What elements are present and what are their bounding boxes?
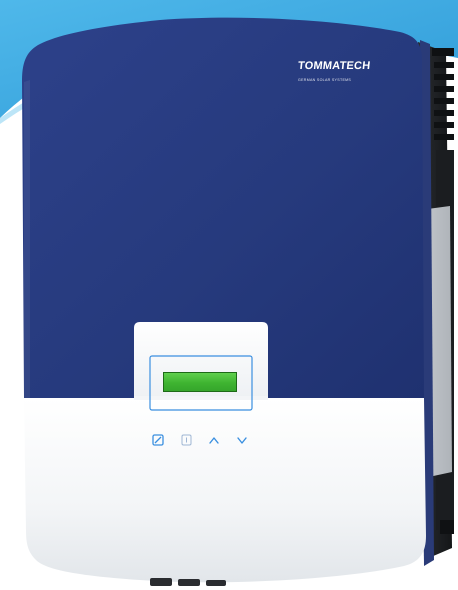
up-arrow-icon[interactable] [206,432,222,448]
brand-tagline: GERMAN SOLAR SYSTEMS [298,78,352,82]
control-keypad [146,432,256,448]
brand-logo: TOMMATECH GERMAN SOLAR SYSTEMS [297,60,371,90]
power-icon[interactable] [150,432,166,448]
product-photo: TOMMATECH GERMAN SOLAR SYSTEMS [0,0,458,590]
brand-wordmark: TOMMATECH [297,60,371,72]
down-arrow-icon[interactable] [234,432,250,448]
lcd-display [163,372,237,392]
inverter-unit [22,17,454,586]
escape-icon[interactable] [178,432,194,448]
